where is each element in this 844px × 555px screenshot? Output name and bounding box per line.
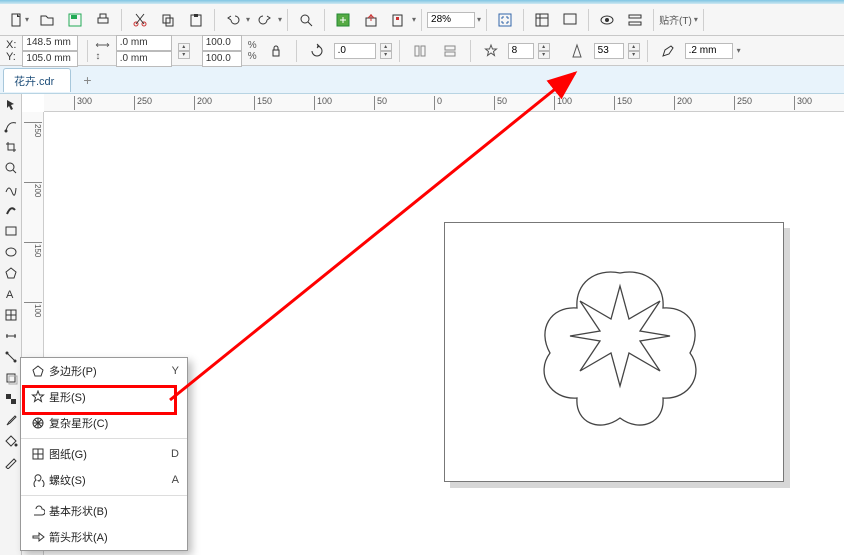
polygon-tool[interactable] [2, 264, 20, 282]
rotate-icon [304, 39, 330, 63]
menu-item-polygon[interactable]: 多边形(P) Y [21, 358, 187, 384]
scale-x-input[interactable]: 100.0 [202, 35, 242, 51]
eyedropper-tool[interactable] [2, 411, 20, 429]
show-rulers-button[interactable] [529, 8, 555, 32]
settings-button[interactable] [622, 8, 648, 32]
width-input[interactable]: .0 mm [116, 35, 172, 51]
outline-tool[interactable] [2, 453, 20, 471]
lock-ratio-button[interactable] [263, 39, 289, 63]
menu-item-graph-paper[interactable]: 图纸(G) D [21, 441, 187, 467]
transparency-tool[interactable] [2, 390, 20, 408]
cut-button[interactable] [127, 8, 153, 32]
polygon-icon [27, 364, 49, 378]
dimension-tool[interactable] [2, 327, 20, 345]
toolbox: A [0, 94, 22, 555]
text-tool[interactable]: A [2, 285, 20, 303]
spin-down[interactable]: ▾ [178, 51, 190, 59]
crop-tool[interactable] [2, 138, 20, 156]
menu-item-star[interactable]: 星形(S) [21, 384, 187, 410]
basic-shapes-icon [27, 504, 49, 518]
y-label: Y: [6, 51, 16, 63]
zoom-tool[interactable] [2, 159, 20, 177]
arrow-shapes-icon [27, 530, 49, 544]
star-icon [478, 39, 504, 63]
paste-button[interactable] [183, 8, 209, 32]
copy-button[interactable] [155, 8, 181, 32]
height-input[interactable]: .0 mm [116, 51, 172, 67]
property-bar: X: Y: 148.5 mm 105.0 mm ⟷ ↕ .0 mm .0 mm … [0, 36, 844, 66]
ruler-horizontal: 300 250 200 150 100 50 0 50 100 150 200 … [44, 94, 844, 112]
zoom-input[interactable]: 28% [427, 12, 475, 28]
star-icon [27, 390, 49, 404]
sharpness-icon [564, 39, 590, 63]
menu-item-complex-star[interactable]: 复杂星形(C) [21, 410, 187, 436]
main-toolbar: ▾ ▾ ▾ ▾ 28% ▾ [0, 4, 844, 36]
scale-y-input[interactable]: 100.0 [202, 51, 242, 67]
preview-button[interactable] [594, 8, 620, 32]
table-tool[interactable] [2, 306, 20, 324]
spiral-icon [27, 473, 49, 487]
publish-button[interactable]: ▾ [386, 8, 416, 32]
rotation-input[interactable]: .0 [334, 43, 376, 59]
new-tab-button[interactable]: + [77, 70, 97, 90]
redo-button[interactable]: ▾ [252, 8, 282, 32]
zoom-dropdown-icon[interactable]: ▾ [477, 15, 481, 24]
mirror-v-button[interactable] [437, 39, 463, 63]
spin-up[interactable]: ▴ [178, 43, 190, 51]
outline-width-input[interactable]: .2 mm [685, 43, 733, 59]
x-label: X: [6, 39, 16, 51]
pick-tool[interactable] [2, 96, 20, 114]
export-button[interactable] [358, 8, 384, 32]
import-button[interactable] [330, 8, 356, 32]
rectangle-tool[interactable] [2, 222, 20, 240]
document-tabbar: 花卉.cdr + [0, 66, 844, 94]
complex-star-icon [27, 416, 49, 430]
show-grid-button[interactable] [557, 8, 583, 32]
effects-tool[interactable] [2, 369, 20, 387]
star-sharpness-input[interactable]: 53 [594, 43, 624, 59]
svg-text:A: A [6, 289, 14, 301]
star-points-input[interactable]: 8 [508, 43, 534, 59]
document-tab-active[interactable]: 花卉.cdr [3, 68, 71, 92]
pen-icon [655, 39, 681, 63]
undo-button[interactable]: ▾ [220, 8, 250, 32]
file-new-button[interactable]: ▾ [6, 8, 32, 32]
artistic-media-tool[interactable] [2, 201, 20, 219]
menu-item-basic-shapes[interactable]: 基本形状(B) [21, 498, 187, 524]
ellipse-tool[interactable] [2, 243, 20, 261]
menu-item-spiral[interactable]: 螺纹(S) A [21, 467, 187, 493]
print-button[interactable] [90, 8, 116, 32]
menu-item-arrow-shapes[interactable]: 箭头形状(A) [21, 524, 187, 550]
freehand-tool[interactable] [2, 180, 20, 198]
graph-paper-icon [27, 447, 49, 461]
connector-tool[interactable] [2, 348, 20, 366]
save-button[interactable] [62, 8, 88, 32]
fullscreen-button[interactable] [492, 8, 518, 32]
star-shape [565, 281, 675, 391]
fill-tool[interactable] [2, 432, 20, 450]
x-input[interactable]: 148.5 mm [22, 35, 78, 51]
shape-tool[interactable] [2, 117, 20, 135]
polygon-flyout-menu: 多边形(P) Y 星形(S) 复杂星形(C) 图纸(G) D 螺纹(S) A 基… [20, 357, 188, 551]
file-open-button[interactable] [34, 8, 60, 32]
drawing-page [444, 222, 784, 482]
snap-label[interactable]: 贴齐(T) [659, 12, 692, 27]
search-button[interactable] [293, 8, 319, 32]
y-input[interactable]: 105.0 mm [22, 51, 78, 67]
mirror-h-button[interactable] [407, 39, 433, 63]
